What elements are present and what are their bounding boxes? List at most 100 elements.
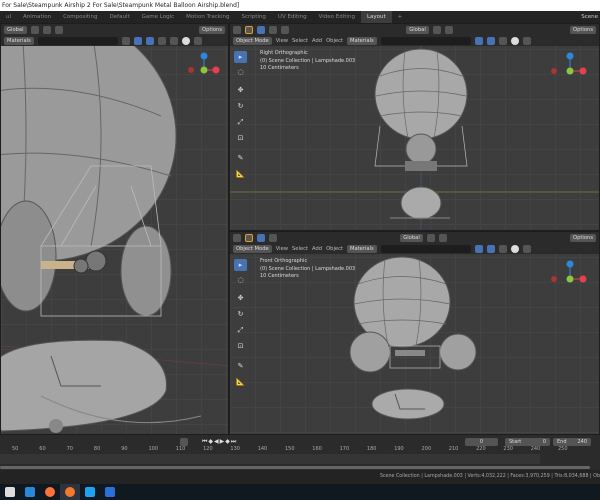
jump-start-button[interactable]: ⏮ (202, 438, 207, 446)
window-title: For Sale\Steampunk Airship 2 For Sale\St… (0, 0, 600, 11)
frame-tick: 90 (121, 446, 128, 452)
object-menu[interactable]: Object (326, 38, 343, 44)
options-dropdown[interactable]: Options (570, 233, 597, 242)
tab-default[interactable]: Default (104, 11, 136, 23)
navigation-gizmo[interactable] (548, 49, 592, 81)
select-extend-icon[interactable] (269, 25, 277, 34)
add-workspace-button[interactable]: + (392, 11, 409, 23)
solid-shading-icon[interactable] (510, 36, 519, 45)
add-menu[interactable]: Add (312, 38, 322, 44)
orientation-dropdown[interactable]: Global (400, 233, 423, 242)
editor-type-icon[interactable] (233, 233, 241, 242)
select-mode-icon[interactable] (257, 233, 265, 242)
select-subtract-icon[interactable] (281, 25, 289, 34)
material-shading-icon[interactable] (522, 36, 531, 45)
frame-tick: 60 (39, 446, 46, 452)
pivot-icon[interactable] (30, 25, 39, 34)
xray-icon[interactable] (157, 36, 166, 45)
next-keyframe-button[interactable]: ◆ (225, 438, 230, 446)
viewport-left[interactable]: Global Options Materials (0, 23, 229, 435)
select-mode-icon[interactable] (257, 25, 265, 34)
material-shading-icon[interactable] (193, 36, 202, 45)
taskbar-mail-icon[interactable] (20, 484, 40, 500)
timeline-scrollbar[interactable] (0, 466, 590, 469)
prev-keyframe-button[interactable]: ◆ (208, 438, 213, 446)
tab-video-editing[interactable]: Video Editing (313, 11, 361, 23)
material-shading-icon[interactable] (522, 244, 531, 253)
options-dropdown[interactable]: Options (570, 25, 597, 34)
wireframe-shading-icon[interactable] (498, 36, 507, 45)
pivot-icon[interactable] (432, 25, 441, 34)
search-input[interactable] (380, 36, 471, 45)
select-tool-icon[interactable] (245, 233, 253, 242)
proportional-icon[interactable] (54, 25, 63, 34)
viewport-front-ortho[interactable]: Global Options Object Mode View Select A… (229, 231, 600, 435)
viewport-right-ortho[interactable]: Global Options Object Mode View Select A… (229, 23, 600, 231)
taskbar-twitter-icon[interactable] (80, 484, 100, 500)
snap-icon[interactable] (438, 233, 447, 242)
taskbar-blender-icon[interactable] (60, 484, 80, 500)
overlay-toggle-icon[interactable] (486, 244, 495, 253)
orientation-dropdown[interactable]: Global (406, 25, 429, 34)
start-value: 0 (542, 439, 546, 445)
scene-selector[interactable]: Scene (581, 11, 598, 23)
jump-end-button[interactable]: ⏭ (231, 438, 236, 446)
overlay-toggle-icon[interactable] (145, 36, 154, 45)
add-menu[interactable]: Add (312, 246, 322, 252)
shading-materials-dropdown[interactable]: Materials (4, 36, 34, 45)
tab-animation[interactable]: Animation (17, 11, 57, 23)
shading-materials-dropdown[interactable]: Materials (346, 244, 377, 253)
search-input[interactable] (37, 36, 118, 45)
view-menu[interactable]: View (276, 246, 288, 252)
snap-icon[interactable] (444, 25, 453, 34)
view-menu[interactable]: View (276, 38, 288, 44)
tab-ul[interactable]: ul (0, 11, 17, 23)
shading-materials-dropdown[interactable]: Materials (346, 36, 377, 45)
wireframe-shading-icon[interactable] (498, 244, 507, 253)
select-menu[interactable]: Select (292, 38, 308, 44)
timeline[interactable]: ⏮ ◆ ◀ ▶ ◆ ⏭ 0 Start 0 End 240 50 60 70 80 90 100 110 1… (0, 435, 600, 471)
tab-motion-tracking[interactable]: Motion Tracking (180, 11, 235, 23)
tab-game-logic[interactable]: Game Logic (136, 11, 181, 23)
taskbar-store-icon[interactable] (0, 484, 20, 500)
select-menu[interactable]: Select (292, 246, 308, 252)
tab-uv-editing[interactable]: UV Editing (272, 11, 313, 23)
options-dropdown[interactable]: Options (198, 25, 225, 34)
visibility-icon[interactable] (121, 36, 130, 45)
taskbar-app-icon[interactable] (100, 484, 120, 500)
select-tool-icon[interactable] (245, 25, 253, 34)
taskbar-firefox-icon[interactable] (40, 484, 60, 500)
orientation-dropdown[interactable]: Global (4, 25, 27, 34)
airship-model-front (349, 256, 477, 420)
select-extend-icon[interactable] (269, 233, 277, 242)
overlay-toggle-icon[interactable] (486, 36, 495, 45)
gizmo-toggle-icon[interactable] (474, 36, 483, 45)
navigation-gizmo[interactable] (548, 257, 592, 289)
search-input[interactable] (380, 244, 471, 253)
gizmo-toggle-icon[interactable] (133, 36, 142, 45)
snap-icon[interactable] (42, 25, 51, 34)
solid-shading-icon[interactable] (510, 244, 519, 253)
current-frame-field[interactable]: 0 (465, 438, 498, 446)
object-menu[interactable]: Object (326, 246, 343, 252)
pivot-icon[interactable] (426, 233, 435, 242)
play-reverse-button[interactable]: ◀ (214, 438, 219, 446)
gizmo-toggle-icon[interactable] (474, 244, 483, 253)
mode-dropdown[interactable]: Object Mode (233, 244, 272, 253)
viewport-header-top: Global Options (230, 24, 599, 35)
end-frame-field[interactable]: End 240 (553, 438, 591, 446)
wireframe-shading-icon[interactable] (169, 36, 178, 45)
tab-layout[interactable]: Layout (360, 11, 392, 23)
scene-statistics: Scene Collection | Lampshade.003 | Verts… (379, 474, 600, 479)
solid-shading-icon[interactable] (181, 36, 190, 45)
mode-dropdown[interactable]: Object Mode (233, 36, 272, 45)
play-button[interactable]: ▶ (220, 438, 225, 446)
frame-tick: 240 (530, 446, 541, 452)
start-frame-field[interactable]: Start 0 (505, 438, 550, 446)
keyframe-track[interactable] (0, 454, 540, 464)
record-button[interactable] (180, 438, 188, 446)
tab-scripting[interactable]: Scripting (235, 11, 271, 23)
navigation-gizmo[interactable] (186, 50, 222, 80)
editor-type-icon[interactable] (233, 25, 241, 34)
tab-compositing[interactable]: Compositing (57, 11, 103, 23)
